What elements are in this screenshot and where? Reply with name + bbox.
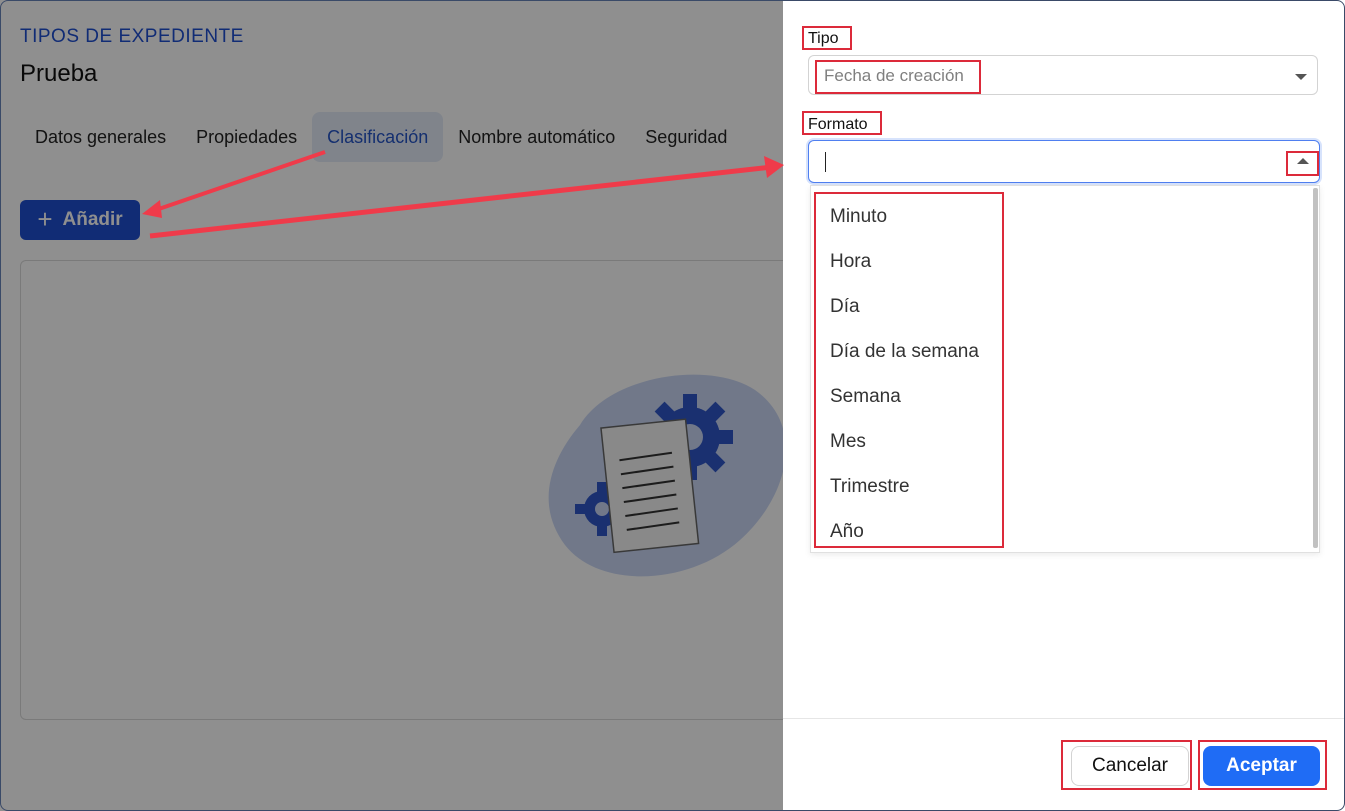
option-mes[interactable]: Mes (830, 431, 866, 453)
cancel-button[interactable]: Cancelar (1071, 746, 1189, 786)
modal-overlay[interactable] (0, 0, 783, 811)
tipo-select[interactable]: Fecha de creación (808, 55, 1318, 95)
tipo-select-value: Fecha de creación (824, 66, 964, 85)
dropdown-scrollbar[interactable] (1313, 188, 1318, 548)
accept-button[interactable]: Aceptar (1203, 746, 1320, 786)
formato-label: Formato (808, 116, 868, 133)
tipo-label: Tipo (808, 30, 839, 47)
option-dia[interactable]: Día (830, 296, 860, 318)
option-hora[interactable]: Hora (830, 251, 871, 273)
chevron-down-icon (1295, 74, 1307, 80)
text-cursor (825, 152, 826, 172)
chevron-up-icon[interactable] (1297, 158, 1309, 164)
formato-combobox[interactable] (808, 140, 1320, 183)
option-semana[interactable]: Semana (830, 386, 901, 408)
side-drawer: Tipo Fecha de creación Formato Minuto Ho… (783, 0, 1345, 811)
option-dia-semana[interactable]: Día de la semana (830, 341, 979, 363)
option-trimestre[interactable]: Trimestre (830, 476, 910, 498)
option-ano[interactable]: Año (830, 521, 864, 543)
option-minuto[interactable]: Minuto (830, 206, 887, 228)
footer-divider (783, 718, 1345, 719)
formato-dropdown-list: Minuto Hora Día Día de la semana Semana … (810, 185, 1320, 553)
